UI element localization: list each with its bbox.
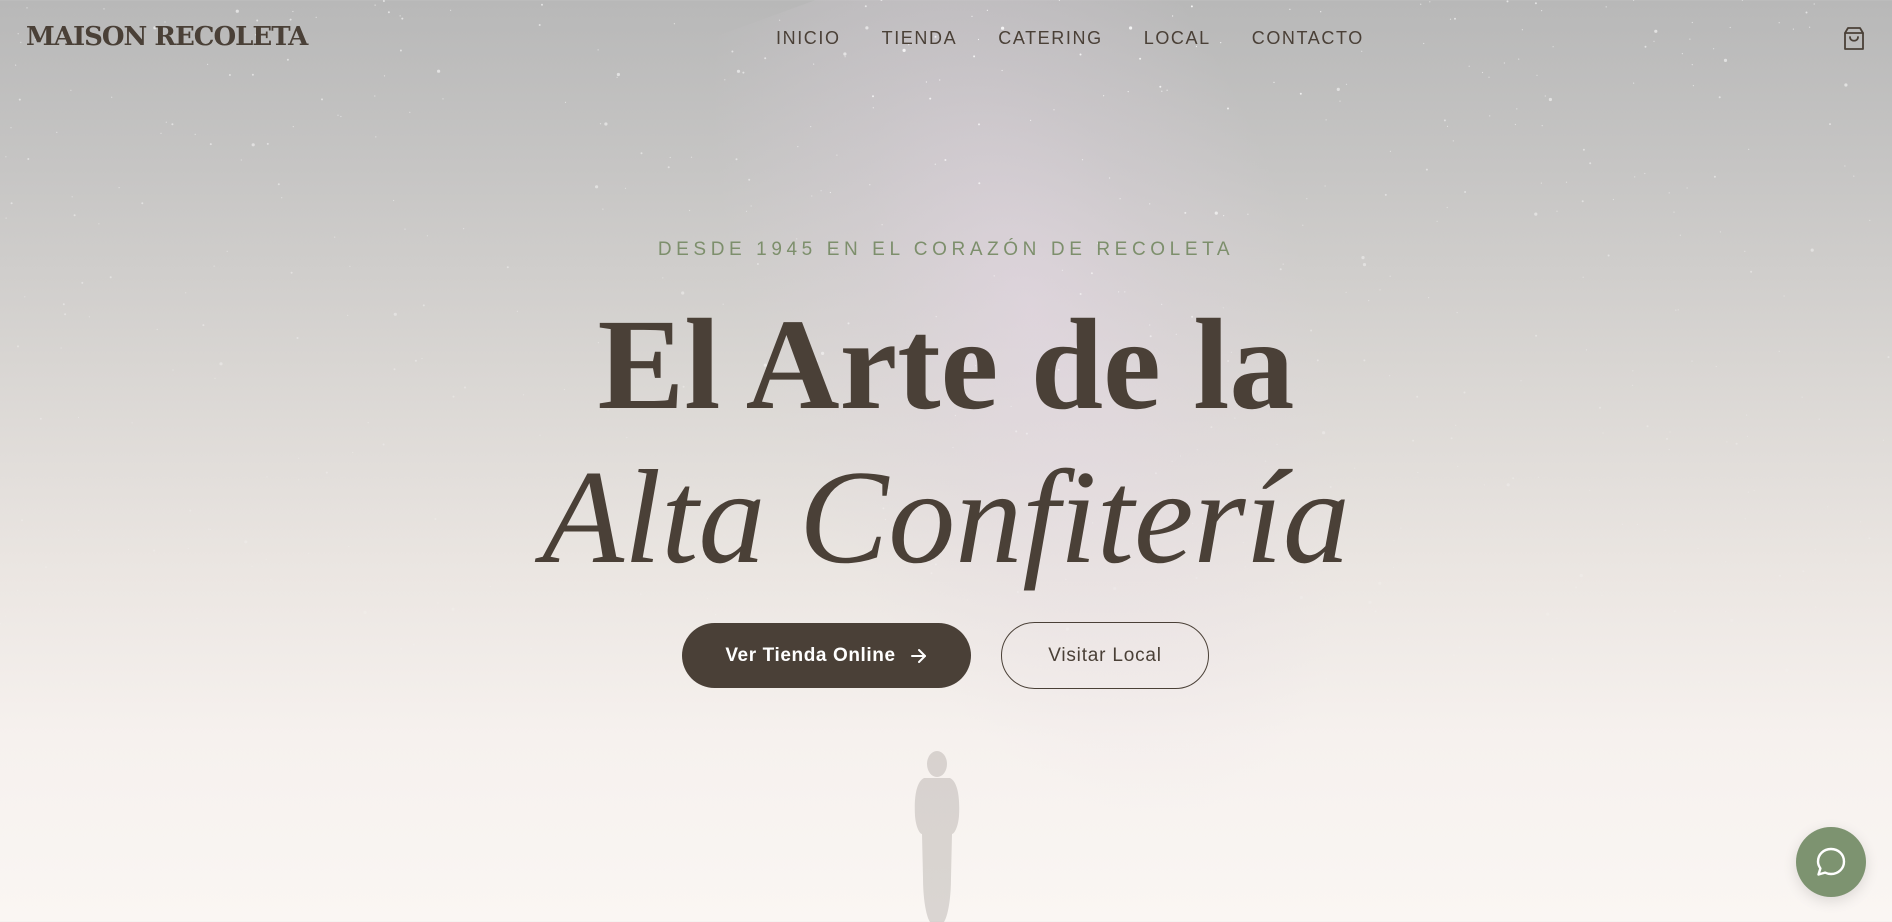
hero-title-line2: Alta Confitería — [542, 443, 1350, 591]
shopping-bag-icon[interactable] — [1842, 26, 1866, 52]
nav-item-local[interactable]: LOCAL — [1144, 28, 1211, 49]
visitar-local-button-label: Visitar Local — [1048, 644, 1162, 666]
site-header: MAISON RECOLETA INICIO TIENDA CATERING L… — [0, 0, 1892, 78]
ver-tienda-button-label: Ver Tienda Online — [725, 644, 896, 666]
ver-tienda-button[interactable]: Ver Tienda Online — [682, 623, 971, 688]
chat-bubble-icon — [1816, 847, 1846, 876]
nav-item-catering[interactable]: CATERING — [998, 28, 1102, 49]
chat-widget-button[interactable] — [1796, 827, 1866, 897]
person-silhouette-image — [906, 748, 968, 922]
main-nav: INICIO TIENDA CATERING LOCAL CONTACTO — [776, 28, 1364, 49]
nav-item-inicio[interactable]: INICIO — [776, 28, 841, 49]
nav-item-contacto[interactable]: CONTACTO — [1252, 28, 1364, 49]
brand-logo[interactable]: MAISON RECOLETA — [26, 22, 308, 52]
hero-title-line1: El Arte de la — [597, 293, 1295, 437]
visitar-local-button[interactable]: Visitar Local — [1001, 622, 1209, 689]
hero-tagline: DESDE 1945 EN EL CORAZÓN DE RECOLETA — [657, 239, 1235, 260]
arrow-right-icon — [910, 648, 926, 663]
nav-item-tienda[interactable]: TIENDA — [882, 28, 958, 49]
